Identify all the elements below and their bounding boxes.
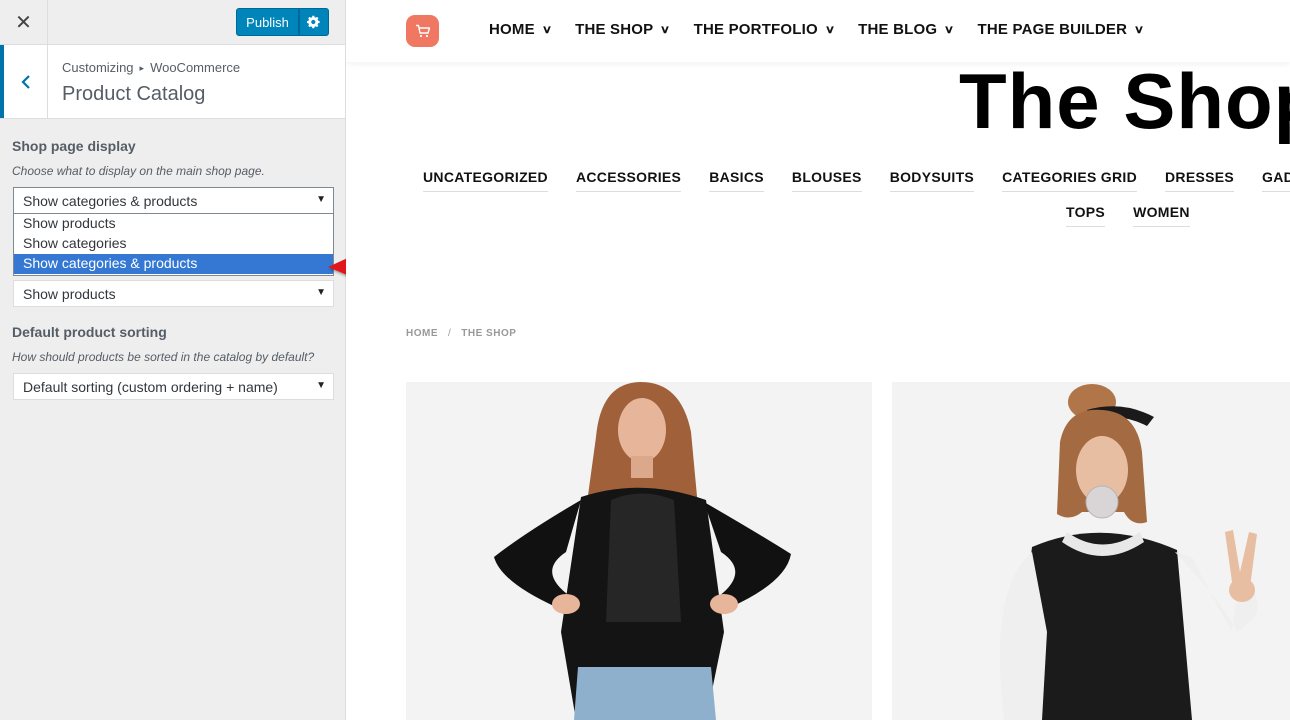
category-accessories[interactable]: ACCESSORIES xyxy=(575,169,682,192)
nav-label: THE PORTFOLIO xyxy=(693,21,818,38)
publish-controls: Publish xyxy=(236,8,329,36)
nav-label: THE PAGE BUILDER xyxy=(977,21,1128,38)
default-sorting-label: Default product sorting xyxy=(12,324,167,340)
category-dresses[interactable]: DRESSES xyxy=(1165,169,1235,192)
page-title: The Shop xyxy=(959,57,1290,145)
breadcrumb-parent: WooCommerce xyxy=(150,60,241,75)
category-list-row-2: TOPS WOMEN xyxy=(1066,204,1218,227)
nav-the-portfolio[interactable]: THE PORTFOLIO ∨ xyxy=(693,21,836,38)
shop-page-display-value: Show categories & products xyxy=(23,193,198,209)
default-sorting-description: How should products be sorted in the cat… xyxy=(12,350,315,364)
category-basics[interactable]: BASICS xyxy=(709,169,764,192)
chevron-down-icon: ∨ xyxy=(944,24,955,36)
option-show-products[interactable]: Show products xyxy=(14,214,333,234)
default-sorting-select[interactable]: Default sorting (custom ordering + name)… xyxy=(13,373,334,400)
close-icon: ✕ xyxy=(15,11,32,34)
chevron-down-icon: ∨ xyxy=(824,24,836,36)
chevron-down-icon: ∨ xyxy=(541,24,553,36)
product-image xyxy=(892,382,1290,720)
breadcrumb-root: Customizing xyxy=(62,60,134,75)
gear-icon xyxy=(307,15,320,29)
product-card[interactable] xyxy=(892,382,1290,720)
section-header: Customizing ▸ WooCommerce Product Catalog xyxy=(0,45,345,119)
nav-the-page-builder[interactable]: THE PAGE BUILDER ∨ xyxy=(977,21,1145,38)
publish-settings-button[interactable] xyxy=(299,8,329,36)
default-sorting-value: Default sorting (custom ordering + name) xyxy=(23,379,278,395)
breadcrumb-home[interactable]: HOME xyxy=(406,328,438,339)
publish-button[interactable]: Publish xyxy=(236,8,299,36)
category-list: UNCATEGORIZED ACCESSORIES BASICS BLOUSES… xyxy=(423,169,1290,192)
breadcrumb-separator-icon: ▸ xyxy=(139,63,145,73)
option-show-categories-and-products[interactable]: Show categories & products xyxy=(14,254,333,274)
category-display-select[interactable]: Show products ▼ xyxy=(13,280,334,307)
category-bodysuits[interactable]: BODYSUITS xyxy=(889,169,975,192)
product-card[interactable] xyxy=(406,382,872,720)
breadcrumb: HOME / THE SHOP xyxy=(406,328,516,339)
section-title: Product Catalog xyxy=(62,83,206,105)
customizer-header: ✕ Publish xyxy=(0,0,345,45)
site-logo[interactable] xyxy=(406,15,439,47)
chevron-down-icon: ∨ xyxy=(1133,24,1145,36)
dropdown-arrow-icon: ▼ xyxy=(316,194,326,205)
dropdown-arrow-icon: ▼ xyxy=(316,380,326,391)
customizer-breadcrumb: Customizing ▸ WooCommerce xyxy=(62,60,240,75)
cart-icon xyxy=(415,24,430,38)
customizer-sidebar: ✕ Publish Customizing ▸ WooCommerce Produc… xyxy=(0,0,346,720)
category-gadgets[interactable]: GADGETS xyxy=(1262,169,1290,192)
back-button[interactable] xyxy=(0,45,48,118)
chevron-left-icon xyxy=(20,74,30,89)
nav-label: HOME xyxy=(489,21,535,38)
product-image xyxy=(406,382,872,720)
shop-page-display-description: Choose what to display on the main shop … xyxy=(12,164,265,178)
shop-page-display-options: Show products Show categories Show categ… xyxy=(13,214,334,276)
site-preview: HOME ∨ THE SHOP ∨ THE PORTFOLIO ∨ THE BLOG ∨… xyxy=(346,0,1290,720)
shop-page-display-select[interactable]: Show categories & products ▼ xyxy=(13,187,334,214)
category-uncategorized[interactable]: UNCATEGORIZED xyxy=(423,169,548,192)
close-customizer-button[interactable]: ✕ xyxy=(0,0,48,44)
breadcrumb-current: THE SHOP xyxy=(461,328,517,339)
category-categories-grid[interactable]: CATEGORIES GRID xyxy=(1002,169,1137,192)
dropdown-arrow-icon: ▼ xyxy=(316,287,326,298)
main-navigation: HOME ∨ THE SHOP ∨ THE PORTFOLIO ∨ THE BLOG ∨… xyxy=(489,21,1167,38)
category-blouses[interactable]: BLOUSES xyxy=(791,169,862,192)
nav-label: THE BLOG xyxy=(858,21,938,38)
nav-label: THE SHOP xyxy=(575,21,654,38)
option-show-categories[interactable]: Show categories xyxy=(14,234,333,254)
category-tops[interactable]: TOPS xyxy=(1066,204,1106,227)
nav-the-shop[interactable]: THE SHOP ∨ xyxy=(575,21,671,38)
category-display-value: Show products xyxy=(23,286,116,302)
site-header: HOME ∨ THE SHOP ∨ THE PORTFOLIO ∨ THE BLOG ∨… xyxy=(346,0,1290,62)
shop-page-display-label: Shop page display xyxy=(12,138,136,154)
nav-the-blog[interactable]: THE BLOG ∨ xyxy=(858,21,955,38)
chevron-down-icon: ∨ xyxy=(660,24,671,36)
category-women[interactable]: WOMEN xyxy=(1133,204,1190,227)
nav-home[interactable]: HOME ∨ xyxy=(489,21,553,38)
breadcrumb-separator: / xyxy=(448,328,452,339)
